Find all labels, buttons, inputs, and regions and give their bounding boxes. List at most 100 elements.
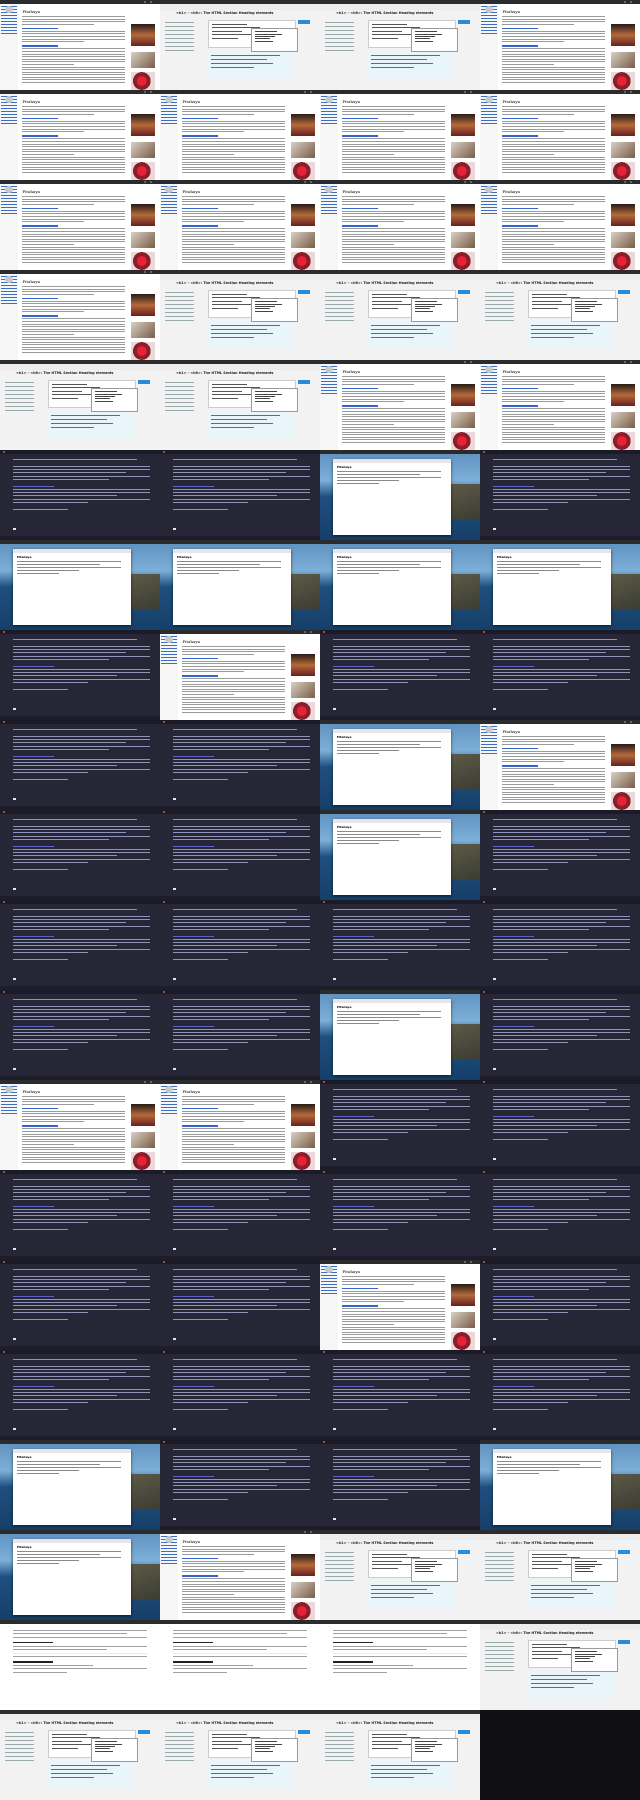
terminal-title-bar	[0, 450, 160, 454]
bird-photo	[131, 142, 156, 158]
notes-body[interactable]	[336, 471, 442, 486]
cactus-flower-photo	[451, 432, 476, 450]
wikipedia-logo-icon	[164, 1536, 173, 1543]
terminal-text	[492, 999, 631, 1052]
notes-body[interactable]	[336, 561, 442, 576]
wikipedia-logo-icon	[324, 1266, 333, 1273]
wiki-sidebar	[0, 274, 18, 360]
run-button[interactable]	[457, 20, 471, 24]
notes-body[interactable]	[336, 831, 442, 846]
notes-body[interactable]	[16, 561, 122, 576]
run-button[interactable]	[617, 290, 631, 294]
notes-window-titlebar[interactable]	[332, 459, 452, 463]
terminal-editor-screenshot	[160, 720, 320, 810]
terminal-title-bar	[160, 1260, 320, 1264]
notes-body[interactable]	[176, 561, 282, 576]
wiki-article-title: Pitahaya	[342, 99, 360, 104]
info-note	[208, 1762, 295, 1788]
run-button[interactable]	[457, 290, 471, 294]
text-cursor	[172, 1428, 176, 1430]
notes-body[interactable]	[16, 1461, 122, 1476]
notes-window-titlebar[interactable]	[332, 729, 452, 733]
cactus-flower-photo	[131, 1152, 156, 1170]
notes-window-titlebar[interactable]	[332, 999, 452, 1003]
notes-window-titlebar[interactable]	[332, 549, 452, 553]
wikipedia-logo-icon	[484, 6, 493, 13]
terminal-editor-screenshot	[480, 900, 640, 990]
wikipedia-article-screenshot: Pitahaya	[160, 1080, 320, 1170]
tutorial-sidebar	[324, 1732, 354, 1764]
wikipedia-logo-icon	[324, 96, 333, 103]
desktop-notes-screenshot: Pitahaya	[160, 540, 320, 630]
terminal-title-bar	[160, 1350, 320, 1354]
text-cursor	[332, 1428, 336, 1430]
wiki-sidebar	[480, 184, 498, 270]
wiki-article-title: Pitahaya	[22, 99, 40, 104]
text-cursor	[172, 1068, 176, 1070]
run-button[interactable]	[297, 20, 311, 24]
notes-window-titlebar[interactable]	[492, 1449, 612, 1453]
run-button[interactable]	[137, 380, 151, 384]
terminal-text	[492, 459, 631, 512]
notes-body[interactable]	[336, 741, 442, 756]
info-note	[368, 1582, 455, 1608]
text-cursor	[492, 978, 496, 980]
browser-tab-bar	[320, 90, 480, 94]
menu-bar	[480, 540, 640, 544]
notes-body[interactable]	[16, 1551, 122, 1566]
tutorial-title: <h1> - <h6>: The HTML Section Heading el…	[176, 11, 274, 15]
wiki-sidebar	[160, 1084, 178, 1170]
notes-window-titlebar[interactable]	[492, 549, 612, 553]
notes-window-titlebar[interactable]	[12, 1449, 132, 1453]
bird-photo	[451, 232, 476, 248]
document-text	[172, 1630, 308, 1675]
wiki-sidebar	[480, 724, 498, 810]
terminal-title-bar	[480, 450, 640, 454]
browser-tab-bar	[160, 1080, 320, 1084]
run-button[interactable]	[457, 1550, 471, 1554]
terminal-title-bar	[320, 1170, 480, 1174]
menu-bar	[160, 540, 320, 544]
notes-window: Pitahaya	[12, 1539, 132, 1615]
notes-window-titlebar[interactable]	[172, 549, 292, 553]
terminal-text	[492, 1359, 631, 1412]
run-button[interactable]	[617, 1640, 631, 1644]
text-cursor	[12, 888, 16, 890]
notes-body[interactable]	[336, 1011, 442, 1026]
tutorial-title: <h1> - <h6>: The HTML Section Heading el…	[16, 1721, 114, 1725]
run-button[interactable]	[137, 1730, 151, 1734]
terminal-title-bar	[160, 990, 320, 994]
cactus-flower-photo	[611, 162, 636, 180]
rendered-output-box	[570, 1558, 618, 1582]
text-cursor	[492, 1068, 496, 1070]
notes-window-titlebar[interactable]	[12, 549, 132, 553]
terminal-title-bar	[0, 720, 160, 724]
empty-cell	[480, 1710, 640, 1800]
text-cursor	[12, 1428, 16, 1430]
notes-body[interactable]	[496, 561, 602, 576]
terminal-text	[172, 909, 311, 962]
run-button[interactable]	[297, 1730, 311, 1734]
run-button[interactable]	[617, 1550, 631, 1554]
browser-tab-bar	[320, 360, 480, 364]
wikipedia-article-screenshot: Pitahaya	[320, 180, 480, 270]
html-heading-tutorial-screenshot: <h1> - <h6>: The HTML Section Heading el…	[480, 270, 640, 360]
bird-photo	[291, 1582, 316, 1598]
terminal-editor-screenshot	[320, 1080, 480, 1170]
wikipedia-logo-icon	[164, 636, 173, 643]
run-button[interactable]	[297, 380, 311, 384]
bird-photo	[291, 232, 316, 248]
notes-window-titlebar[interactable]	[332, 819, 452, 823]
notes-window-titlebar[interactable]	[12, 1539, 132, 1543]
tutorial-sidebar	[324, 292, 354, 324]
terminal-editor-screenshot	[320, 1170, 480, 1260]
run-button[interactable]	[297, 290, 311, 294]
terminal-title-bar	[480, 1080, 640, 1084]
wikipedia-article-screenshot: Pitahaya	[320, 360, 480, 450]
browser-tab-bar	[320, 180, 480, 184]
terminal-title-bar	[0, 900, 160, 904]
notes-body[interactable]	[496, 1461, 602, 1476]
site-header	[160, 364, 320, 370]
rendered-output-box	[410, 1558, 458, 1582]
run-button[interactable]	[457, 1730, 471, 1734]
